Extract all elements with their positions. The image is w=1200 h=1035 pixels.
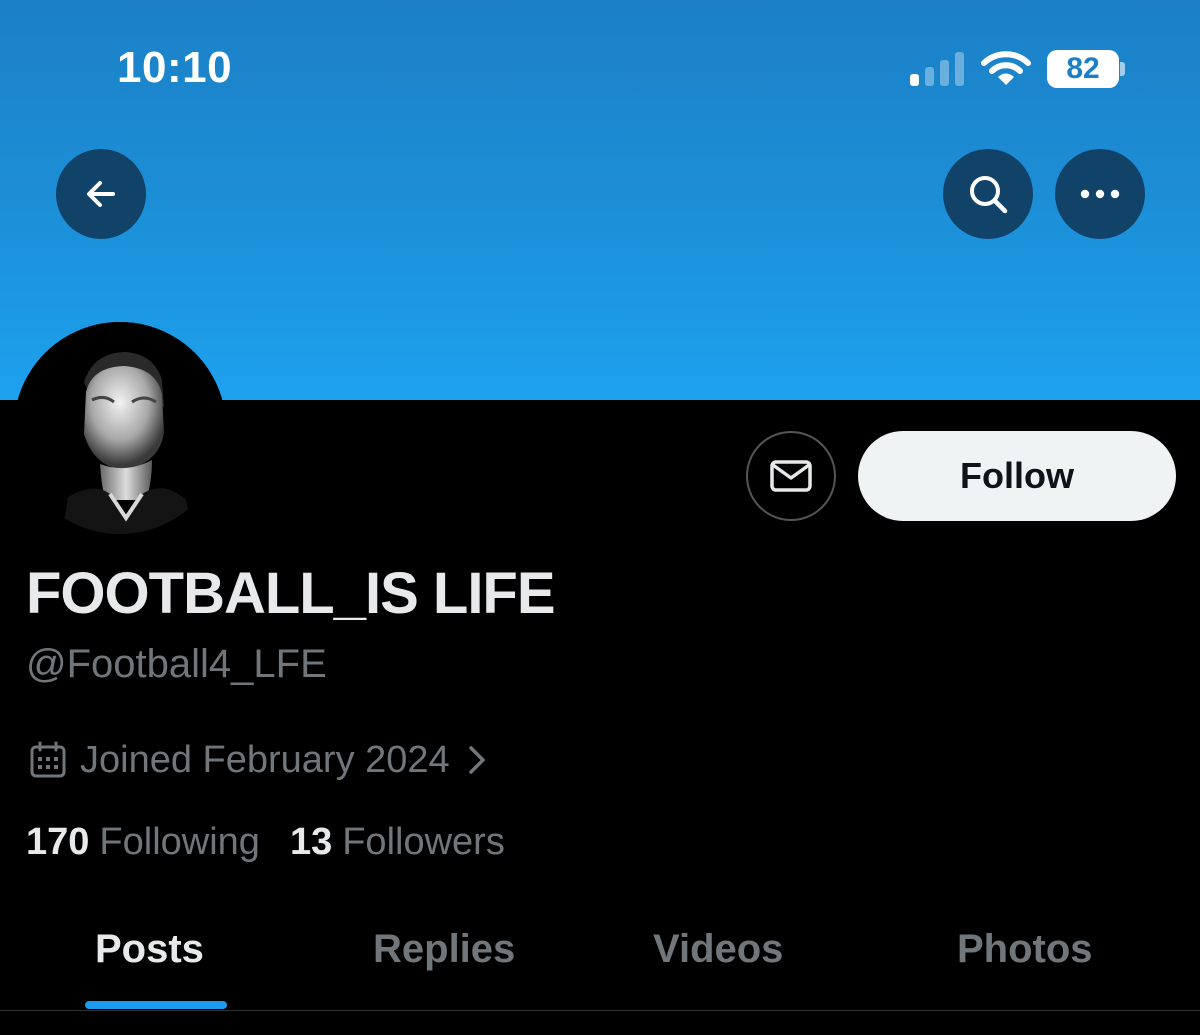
tab-photos[interactable]: Photos [957,924,1093,974]
display-name: FOOTBALL_IS LIFE [26,561,556,626]
search-icon [970,176,1008,214]
following-link[interactable]: 170 Following [26,818,260,866]
calendar-icon [30,741,66,778]
status-time: 10:10 [117,43,233,92]
profile-tabs: Posts Replies Videos Photos [0,900,1200,1010]
arrow-left-icon [87,181,115,207]
tab-videos[interactable]: Videos [653,924,783,974]
wifi-icon [981,51,1031,85]
follow-button[interactable]: Follow [858,431,1176,521]
tabs-divider [0,1010,1200,1011]
envelope-icon [770,460,812,492]
more-horizontal-icon [1080,189,1120,199]
user-handle: @Football4_LFE [26,642,327,686]
battery-tip [1120,62,1125,76]
avatar-image [14,322,226,534]
chevron-right-icon [468,746,485,774]
tab-posts[interactable]: Posts [95,924,204,974]
tab-replies[interactable]: Replies [373,924,515,974]
followers-count: 13 [289,821,333,863]
more-options-button[interactable] [1055,149,1145,239]
message-button[interactable] [746,431,836,521]
followers-link[interactable]: 13 Followers [290,818,505,866]
battery-indicator: 82 [1047,50,1119,88]
avatar[interactable] [14,322,226,534]
search-button[interactable] [943,149,1033,239]
joined-date: Joined February 2024 [80,739,450,781]
followers-label: Followers [342,821,505,863]
back-button[interactable] [56,149,146,239]
active-tab-indicator [85,1001,227,1009]
cellular-signal-icon [910,50,966,86]
joined-date-row[interactable]: Joined February 2024 [28,736,490,784]
battery-level: 82 [1066,52,1100,85]
following-count: 170 [26,821,90,863]
following-label: Following [99,821,260,863]
follow-stats: 170 Following 13 Followers [26,818,535,866]
